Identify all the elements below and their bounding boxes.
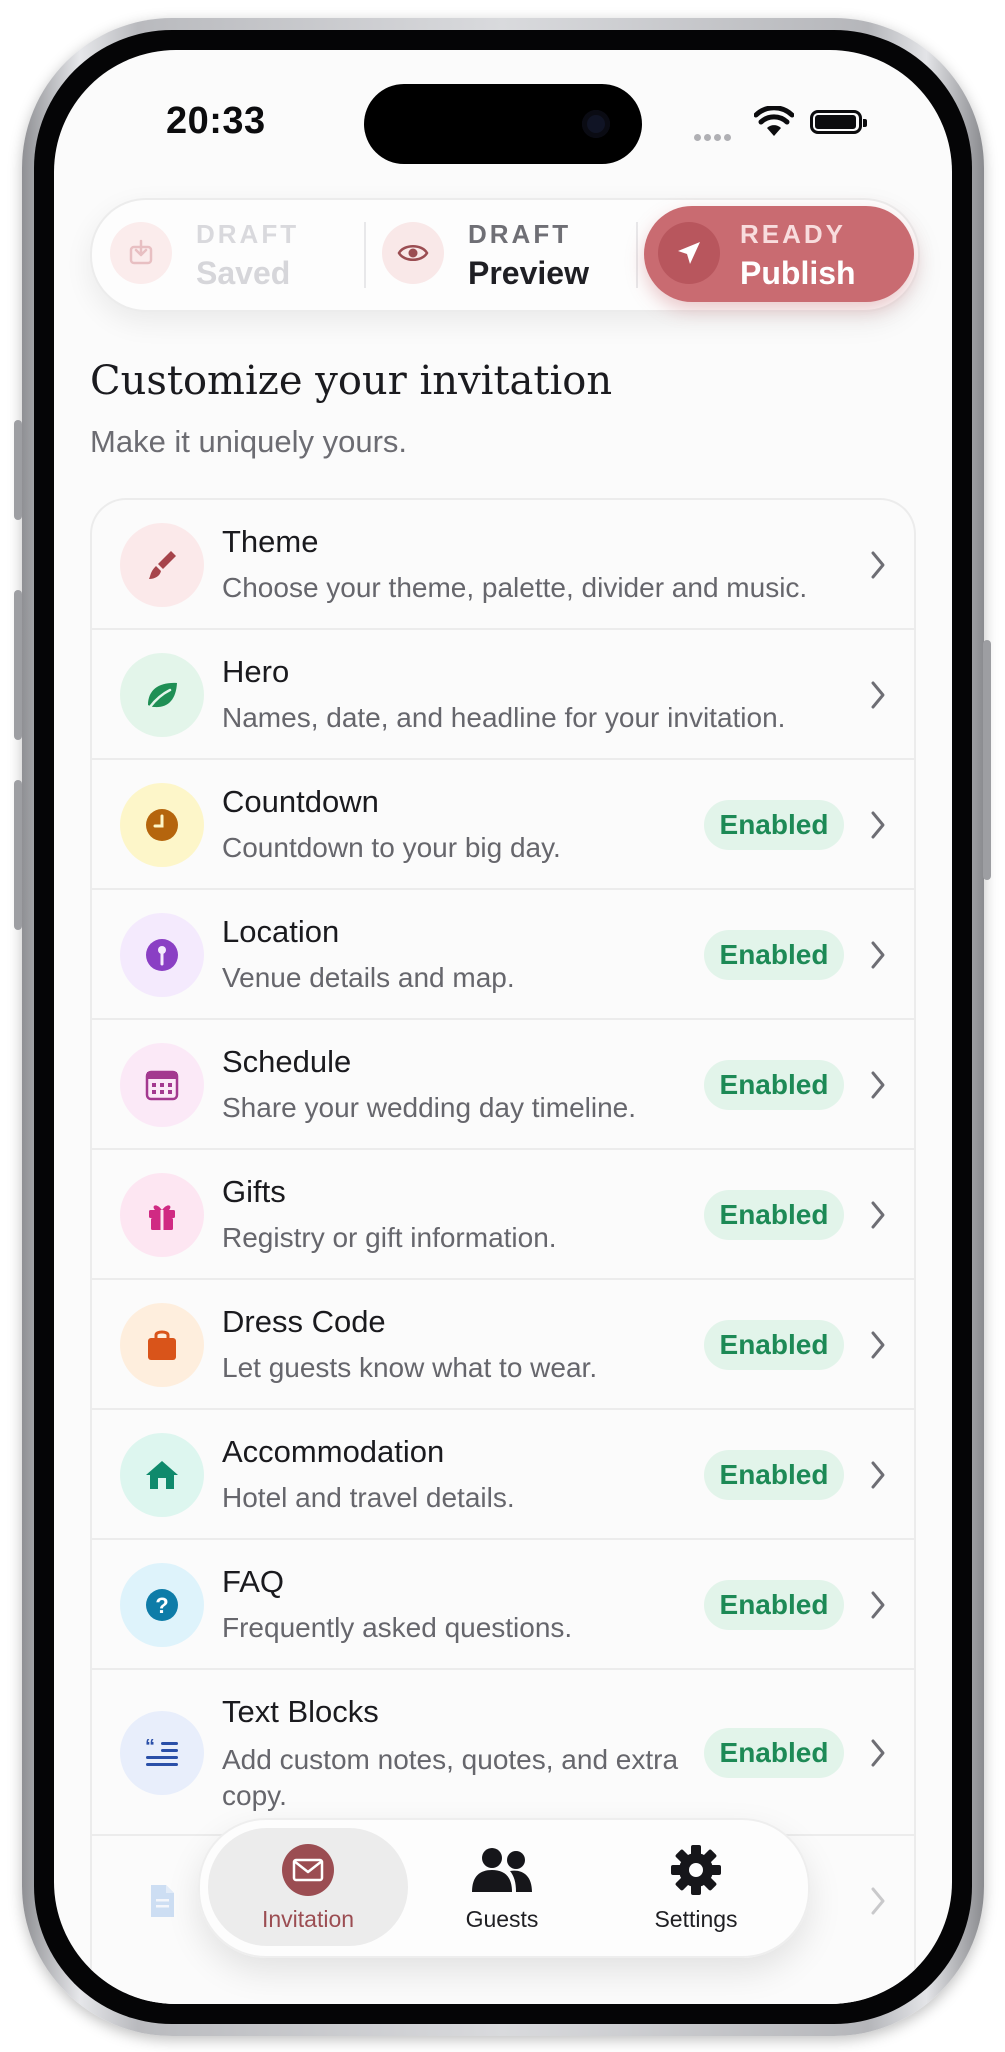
paintbrush-icon [120,523,204,607]
section-row-schedule[interactable]: Schedule Share your wedding day timeline… [92,1020,914,1150]
step-preview[interactable]: DRAFT Preview [92,200,632,310]
clock-icon [120,783,204,867]
status-badge: Enabled [704,1450,844,1500]
step-divider [636,222,638,288]
section-row-text-blocks[interactable]: “ Text Blocks Add custom notes, quotes, … [92,1670,914,1836]
section-row-gifts[interactable]: Gifts Registry or gift information. Enab… [92,1150,914,1280]
app-screen: 20:33 DRAFT Saved DRAFT Preview READY Pu… [54,50,952,2004]
page-subtitle: Make it uniquely yours. [90,424,408,459]
tab-guests-label: Guests [465,1906,539,1932]
page-title: Customize your invitation [90,358,613,404]
camera-icon [582,110,610,138]
section-description: Add custom notes, quotes, and extra copy… [222,1744,679,1811]
shopping-bag-icon [120,1303,204,1387]
section-row-accommodation[interactable]: Accommodation Hotel and travel details. … [92,1410,914,1540]
section-description: Hotel and travel details. [222,1482,515,1513]
chevron-right-icon [871,1591,885,1619]
section-row-hero[interactable]: Hero Names, date, and headline for your … [92,630,914,760]
step-preview-status: DRAFT [468,219,572,249]
section-row-theme[interactable]: Theme Choose your theme, palette, divide… [92,500,914,630]
section-description: Registry or gift information. [222,1222,557,1253]
status-badge: Enabled [704,1060,844,1110]
section-description: Share your wedding day timeline. [222,1092,637,1123]
chevron-right-icon [871,1739,885,1767]
battery-icon [810,110,867,134]
chevron-right-icon [871,1887,885,1915]
users-icon [466,1842,538,1903]
section-description: Frequently asked questions. [222,1612,573,1643]
calendar-icon [120,1043,204,1127]
section-title: Text Blocks [222,1694,379,1729]
leaf-icon [120,653,204,737]
bottom-tab-bar: Invitation Guests Settings [198,1818,810,1958]
quote-text-icon: “ [120,1711,204,1795]
chevron-right-icon [871,941,885,969]
envelope-icon [280,1842,336,1903]
publish-stepper: DRAFT Saved DRAFT Preview READY Publish [90,198,920,312]
question-icon: ? [120,1563,204,1647]
map-pin-icon [120,913,204,997]
tab-invitation[interactable]: Invitation [208,1828,408,1946]
status-badge: Enabled [704,1580,844,1630]
send-icon [658,222,720,284]
document-icon [120,1859,204,1943]
section-title: Gifts [222,1174,286,1209]
section-description: Countdown to your big day. [222,832,561,863]
eye-icon [382,222,444,284]
sections-list: Theme Choose your theme, palette, divide… [90,498,916,2004]
tab-invitation-label: Invitation [261,1906,355,1932]
section-title: Location [222,914,340,949]
power-button [983,640,991,880]
wifi-icon [754,106,794,136]
svg-text:“: “ [145,1736,155,1758]
section-row-dress-code[interactable]: Dress Code Let guests know what to wear.… [92,1280,914,1410]
chevron-right-icon [871,551,885,579]
chevron-right-icon [871,1331,885,1359]
section-title: Schedule [222,1044,352,1079]
chevron-right-icon [871,1461,885,1489]
volume-down-button [14,780,22,930]
section-title: Dress Code [222,1304,386,1339]
section-description: Let guests know what to wear. [222,1352,598,1383]
volume-up-button [14,590,22,740]
home-icon [120,1433,204,1517]
dynamic-island [364,84,642,164]
section-title: Hero [222,654,290,689]
section-description: Venue details and map. [222,962,515,993]
tab-settings-label: Settings [654,1906,738,1932]
section-title: Theme [222,524,319,559]
status-time: 20:33 [166,100,266,142]
chevron-right-icon [871,1071,885,1099]
status-badge: Enabled [704,1728,844,1778]
section-row-countdown[interactable]: Countdown Countdown to your big day. Ena… [92,760,914,890]
action-button [14,420,22,520]
section-row-location[interactable]: Location Venue details and map. Enabled [92,890,914,1020]
chevron-right-icon [871,811,885,839]
section-description: Choose your theme, palette, divider and … [222,572,808,603]
tab-guests[interactable]: Guests [402,1828,602,1946]
step-preview-label: Preview [468,255,589,291]
step-publish-status: READY [740,219,847,249]
step-publish-label: Publish [740,255,856,291]
svg-text:?: ? [155,1593,168,1618]
gear-icon [668,1842,724,1903]
status-badge: Enabled [704,1190,844,1240]
tab-settings[interactable]: Settings [596,1828,796,1946]
publish-button[interactable]: READY Publish [644,206,914,302]
section-title: Accommodation [222,1434,445,1469]
section-row-faq[interactable]: ? FAQ Frequently asked questions. Enable… [92,1540,914,1670]
chevron-right-icon [871,681,885,709]
status-badge: Enabled [704,930,844,980]
section-title: FAQ [222,1564,285,1599]
status-badge: Enabled [704,1320,844,1370]
chevron-right-icon [871,1201,885,1229]
cellular-signal-icon [694,128,734,146]
gift-icon [120,1173,204,1257]
section-description: Names, date, and headline for your invit… [222,702,786,733]
status-badge: Enabled [704,800,844,850]
section-title: Countdown [222,784,379,819]
